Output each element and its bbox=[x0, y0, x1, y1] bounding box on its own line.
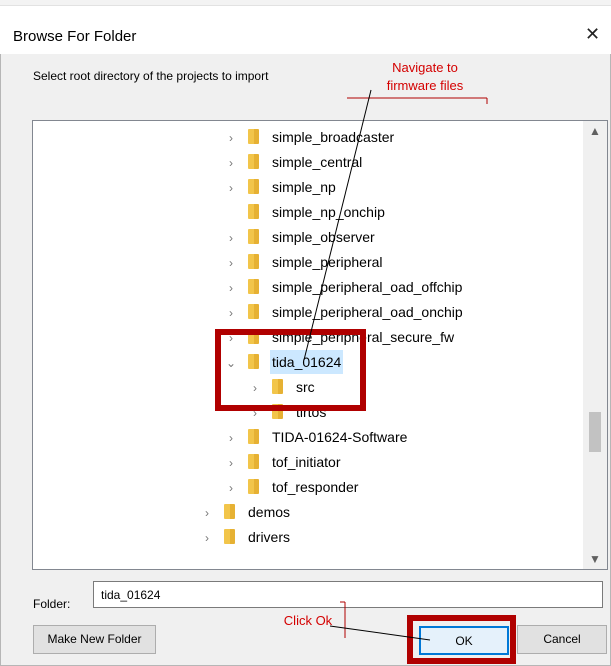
dialog-title: Browse For Folder bbox=[13, 28, 137, 45]
folder-icon bbox=[248, 179, 259, 194]
cancel-button[interactable]: Cancel bbox=[517, 625, 607, 654]
tree-item[interactable]: › simple_observer bbox=[224, 225, 377, 249]
folder-icon bbox=[248, 129, 259, 144]
tree-item[interactable]: › drivers bbox=[200, 525, 292, 549]
chevron-right-icon[interactable]: › bbox=[224, 426, 238, 450]
folder-icon bbox=[272, 404, 283, 419]
folder-icon bbox=[224, 504, 235, 519]
folder-icon bbox=[224, 529, 235, 544]
tree-item-label: tof_initiator bbox=[272, 454, 341, 470]
tree-item-label: tida_01624 bbox=[270, 350, 344, 374]
tree-item-label: demos bbox=[248, 504, 291, 520]
tree-item-label: TIDA-01624-Software bbox=[272, 429, 408, 445]
make-new-folder-button[interactable]: Make New Folder bbox=[33, 625, 156, 654]
tree-item-label: simple_peripheral bbox=[272, 254, 383, 270]
tree-item[interactable]: › tof_initiator bbox=[224, 450, 342, 474]
folder-icon bbox=[248, 354, 259, 369]
tree-item[interactable]: › simple_peripheral_secure_fw bbox=[224, 325, 456, 349]
close-icon[interactable]: ✕ bbox=[585, 24, 600, 45]
navigate-annotation-line1: Navigate to bbox=[392, 60, 458, 75]
chevron-right-icon[interactable]: › bbox=[224, 176, 238, 200]
folder-tree[interactable]: › simple_broadcaster › simple_central › simpl… bbox=[32, 120, 608, 570]
dialog-titlebar: Browse For Folder ✕ bbox=[0, 6, 611, 54]
tree-item[interactable]: › src bbox=[248, 375, 317, 399]
navigate-annotation-line2: firmware files bbox=[386, 78, 464, 93]
chevron-right-icon[interactable]: › bbox=[248, 376, 262, 400]
tree-item-label: simple_np_onchip bbox=[272, 204, 385, 220]
folder-icon bbox=[248, 304, 259, 319]
tree-item-label: simple_np bbox=[272, 179, 336, 195]
chevron-right-icon[interactable]: › bbox=[224, 151, 238, 175]
tree-item-label: tirtos bbox=[296, 404, 327, 420]
tree-item-label: drivers bbox=[248, 529, 291, 545]
chevron-right-icon[interactable]: › bbox=[224, 226, 238, 250]
chevron-right-icon[interactable]: › bbox=[224, 251, 238, 275]
chevron-right-icon[interactable]: › bbox=[224, 326, 238, 350]
folder-label: Folder: bbox=[33, 597, 71, 611]
folder-icon bbox=[272, 379, 283, 394]
folder-icon bbox=[248, 329, 259, 344]
folder-icon bbox=[248, 279, 259, 294]
tree-item-label: simple_observer bbox=[272, 229, 375, 245]
folder-icon bbox=[248, 429, 259, 444]
tree-item[interactable]: › tirtos bbox=[248, 400, 328, 424]
tree-item-label: simple_peripheral_oad_offchip bbox=[272, 279, 463, 295]
tree-item[interactable]: › simple_peripheral_oad_offchip bbox=[224, 275, 464, 299]
folder-icon bbox=[248, 229, 259, 244]
tree-item-label: simple_peripheral_oad_onchip bbox=[272, 304, 463, 320]
tree-item-label: simple_broadcaster bbox=[272, 129, 395, 145]
folder-icon bbox=[248, 154, 259, 169]
folder-icon bbox=[248, 254, 259, 269]
ok-button[interactable]: OK bbox=[419, 626, 509, 655]
tree-item-label: tof_responder bbox=[272, 479, 359, 495]
chevron-right-icon[interactable]: › bbox=[224, 476, 238, 500]
tree-item[interactable]: › tof_responder bbox=[224, 475, 360, 499]
chevron-down-icon[interactable]: ⌄ bbox=[224, 351, 238, 375]
chevron-right-icon[interactable]: › bbox=[224, 276, 238, 300]
folder-icon bbox=[248, 204, 259, 219]
tree-item-label: src bbox=[296, 379, 315, 395]
chevron-right-icon[interactable]: › bbox=[224, 301, 238, 325]
click-ok-annotation: Click Ok bbox=[283, 613, 333, 628]
tree-item-label: simple_central bbox=[272, 154, 363, 170]
tree-item[interactable]: simple_np_onchip bbox=[224, 200, 387, 224]
folder-icon bbox=[248, 454, 259, 469]
vertical-scrollbar[interactable]: ▲ ▼ bbox=[583, 121, 607, 569]
scrollbar-thumb[interactable] bbox=[589, 412, 601, 452]
instruction-text: Select root directory of the projects to… bbox=[33, 69, 269, 83]
chevron-right-icon[interactable]: › bbox=[200, 526, 214, 550]
chevron-right-icon[interactable]: › bbox=[200, 501, 214, 525]
folder-icon bbox=[248, 479, 259, 494]
chevron-right-icon[interactable]: › bbox=[248, 401, 262, 425]
tree-item[interactable]: ⌄ tida_01624 bbox=[224, 350, 344, 375]
tree-item[interactable]: › simple_peripheral_oad_onchip bbox=[224, 300, 465, 324]
scroll-down-arrow-icon[interactable]: ▼ bbox=[583, 549, 607, 569]
tree-item[interactable]: › simple_broadcaster bbox=[224, 125, 396, 149]
tree-item[interactable]: › TIDA-01624-Software bbox=[224, 425, 409, 449]
tree-item[interactable]: › demos bbox=[200, 500, 292, 524]
tree-item[interactable]: › simple_peripheral bbox=[224, 250, 385, 274]
tree-item[interactable]: › simple_np bbox=[224, 175, 338, 199]
chevron-right-icon[interactable]: › bbox=[224, 126, 238, 150]
chevron-right-icon[interactable]: › bbox=[224, 451, 238, 475]
folder-input[interactable] bbox=[93, 581, 603, 608]
tree-item-label: simple_peripheral_secure_fw bbox=[272, 329, 455, 345]
tree-item[interactable]: › simple_central bbox=[224, 150, 364, 174]
scroll-up-arrow-icon[interactable]: ▲ bbox=[583, 121, 607, 141]
